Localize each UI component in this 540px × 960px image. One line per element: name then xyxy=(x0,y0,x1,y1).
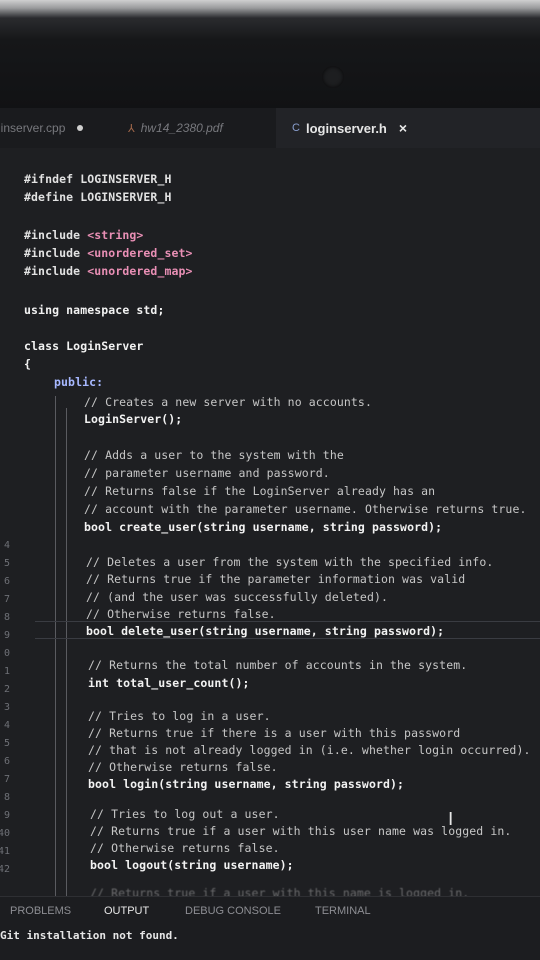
code-editor[interactable]: 4 5 6 7 8 9 0 1 2 3 4 5 6 7 8 9 40 41 42 I #ifndef LOGINSE… xyxy=(0,148,540,900)
code-line: // account with the parameter username. … xyxy=(84,502,527,516)
code-line: bool logout(string username); xyxy=(90,858,294,872)
code-line: // Tries to log out a user. xyxy=(90,807,280,821)
tab-debug-console[interactable]: DEBUG CONSOLE xyxy=(185,905,281,917)
tab-hw14-pdf[interactable]: ⅄ hw14_2380.pdf xyxy=(120,108,270,148)
code-line: // Otherwise returns false. xyxy=(90,841,280,855)
line-number: 3 xyxy=(3,702,10,713)
close-icon[interactable]: × xyxy=(399,120,407,136)
tab-terminal[interactable]: TERMINAL xyxy=(315,905,371,917)
tab-label: hw14_2380.pdf xyxy=(140,121,223,135)
line-number: 5 xyxy=(3,558,10,569)
tab-label: ginserver.cpp xyxy=(0,121,66,135)
code-line: #define LOGINSERVER_H xyxy=(24,190,172,204)
code-line: // Otherwise returns false. xyxy=(86,607,276,621)
line-number: 40 xyxy=(0,828,11,839)
line-number: 8 xyxy=(3,612,10,623)
indent-guide xyxy=(66,408,67,896)
code-line: // Returns true if a user with this user… xyxy=(90,824,512,838)
code-line: using namespace std; xyxy=(24,303,165,317)
line-number: 1 xyxy=(3,666,10,677)
line-number: 6 xyxy=(3,576,10,587)
code-line: bool create_user(string username, string… xyxy=(84,520,443,534)
line-number: 4 xyxy=(3,720,10,731)
code-line: // (and the user was successfully delete… xyxy=(86,590,389,604)
code-line: // parameter username and password. xyxy=(84,466,330,480)
line-number: 6 xyxy=(3,756,10,767)
code-line: // Returns false if the LoginServer alre… xyxy=(84,484,436,498)
line-number: 7 xyxy=(3,774,10,785)
code-line: #include <unordered_map> xyxy=(24,264,193,278)
line-number: 9 xyxy=(3,810,10,821)
line-number: 42 xyxy=(0,864,11,875)
code-line: // that is not already logged in (i.e. w… xyxy=(88,743,531,757)
tab-label: loginserver.h xyxy=(305,120,387,136)
line-number: 2 xyxy=(3,684,10,695)
laptop-bezel xyxy=(0,0,540,110)
line-number-gutter: 4 5 6 7 8 9 0 1 2 3 4 5 6 7 8 9 40 41 42 xyxy=(0,148,12,896)
bottom-panel: PROBLEMS OUTPUT DEBUG CONSOLE TERMINAL G… xyxy=(0,896,540,960)
code-line: { xyxy=(24,357,32,371)
indent-guide xyxy=(55,396,56,896)
code-line: // Deletes a user from the system with t… xyxy=(86,555,494,569)
line-number: 8 xyxy=(3,792,10,803)
modified-dot-icon xyxy=(77,125,84,131)
code-line: // Adds a user to the system with the xyxy=(84,448,344,462)
code-line: public: xyxy=(54,375,104,389)
line-number: 0 xyxy=(3,648,10,659)
code-line: LoginServer(); xyxy=(84,412,183,426)
code-line: #ifndef LOGINSERVER_H xyxy=(24,172,172,186)
code-line: // Returns true if there is a user with … xyxy=(88,726,461,740)
output-text: Git installation not found. xyxy=(0,929,179,942)
line-number: 9 xyxy=(3,630,10,641)
code-line: bool delete_user(string username, string… xyxy=(86,624,445,638)
code-line: bool login(string username, string passw… xyxy=(88,777,405,791)
code-line: // Tries to log in a user. xyxy=(88,709,271,723)
code-line: #include <unordered_set> xyxy=(24,246,193,260)
tab-problems[interactable]: PROBLEMS xyxy=(10,905,71,917)
line-number: 4 xyxy=(3,540,10,551)
tab-output[interactable]: OUTPUT xyxy=(104,905,149,917)
webcam-icon xyxy=(322,66,344,88)
tab-bar: ginserver.cpp ⅄ hw14_2380.pdf C loginser… xyxy=(0,108,540,149)
code-line: #include <string> xyxy=(24,228,144,242)
c-header-icon: C xyxy=(292,122,300,134)
code-line: // Returns true if the parameter informa… xyxy=(86,572,466,586)
code-line: // Otherwise returns false. xyxy=(88,760,278,774)
line-number: 7 xyxy=(3,594,10,605)
code-line: int total_user_count(); xyxy=(88,676,250,690)
code-line: // Creates a new server with no accounts… xyxy=(84,395,372,409)
pdf-icon: ⅄ xyxy=(128,122,135,135)
code-line: class LoginServer xyxy=(24,339,144,353)
line-number: 5 xyxy=(3,738,10,749)
line-number: 41 xyxy=(0,846,11,857)
editor-window: ginserver.cpp ⅄ hw14_2380.pdf C loginser… xyxy=(0,108,540,960)
tab-loginserver-cpp[interactable]: ginserver.cpp xyxy=(0,108,106,148)
tab-loginserver-h[interactable]: C loginserver.h × xyxy=(276,108,540,148)
code-line: // Returns the total number of accounts … xyxy=(88,658,468,672)
